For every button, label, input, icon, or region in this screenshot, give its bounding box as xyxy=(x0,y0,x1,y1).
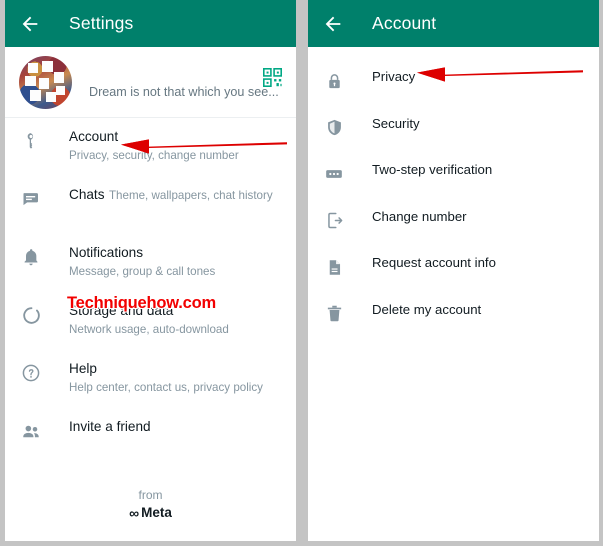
footer: from ∞ Meta xyxy=(5,487,296,522)
settings-item-title: Chats xyxy=(69,187,105,202)
account-item-title: Request account info xyxy=(372,255,496,270)
settings-item-subtitle: Help center, contact us, privacy policy xyxy=(69,381,263,394)
change-number-icon xyxy=(322,209,346,233)
help-icon xyxy=(19,361,43,385)
footer-meta: ∞ Meta xyxy=(5,504,296,522)
account-item-change-number[interactable]: Change number xyxy=(308,196,599,243)
profile-row[interactable]: Dream is not that which you see... xyxy=(5,47,296,118)
account-screen-panel: Account Privacy Security Two-step verifi… xyxy=(308,0,599,541)
chat-icon xyxy=(19,187,43,211)
avatar[interactable] xyxy=(19,55,72,109)
account-item-labels: Request account info xyxy=(372,254,585,272)
settings-item-chats[interactable]: Chats Theme, wallpapers, chat history xyxy=(5,176,296,234)
dots-box-icon xyxy=(322,162,346,186)
screenshot-root: Settings Dream is not that which you see… xyxy=(0,0,603,546)
account-item-labels: Change number xyxy=(372,208,585,226)
settings-item-title: Invite a friend xyxy=(69,419,151,434)
trash-icon xyxy=(322,302,346,326)
settings-item-labels: Help Help center, contact us, privacy po… xyxy=(69,360,282,396)
settings-item-labels: Account Privacy, security, change number xyxy=(69,128,282,164)
account-item-labels: Two-step verification xyxy=(372,161,585,179)
settings-item-title: Help xyxy=(69,361,97,376)
settings-item-invite-a-friend[interactable]: Invite a friend xyxy=(5,408,296,466)
account-item-labels: Privacy xyxy=(372,68,585,86)
settings-item-subtitle: Message, group & call tones xyxy=(69,265,216,278)
document-icon xyxy=(322,255,346,279)
meta-infinity-icon: ∞ xyxy=(129,505,139,521)
settings-item-account[interactable]: Account Privacy, security, change number xyxy=(5,118,296,176)
settings-item-title: Notifications xyxy=(69,245,144,260)
settings-item-help[interactable]: Help Help center, contact us, privacy po… xyxy=(5,350,296,408)
settings-item-title: Account xyxy=(69,129,119,144)
watermark: Techniquehow.com xyxy=(67,294,216,312)
account-item-security[interactable]: Security xyxy=(308,103,599,150)
back-arrow-icon[interactable] xyxy=(322,13,344,35)
footer-from-label: from xyxy=(138,488,163,502)
account-item-privacy[interactable]: Privacy xyxy=(308,56,599,103)
settings-screen-panel: Settings Dream is not that which you see… xyxy=(5,0,296,541)
profile-name xyxy=(89,66,197,79)
account-item-labels: Delete my account xyxy=(372,301,585,319)
settings-item-subtitle: Network usage, auto-download xyxy=(69,323,229,336)
footer-brand-label: Meta xyxy=(141,505,172,520)
account-item-title: Delete my account xyxy=(372,301,482,317)
profile-text: Dream is not that which you see... xyxy=(89,64,279,100)
settings-item-labels: Notifications Message, group & call tone… xyxy=(69,244,282,280)
lock-icon xyxy=(322,69,346,93)
account-list: Privacy Security Two-step verification C… xyxy=(308,47,599,335)
account-item-title: Security xyxy=(372,115,420,131)
account-item-title: Privacy xyxy=(372,69,416,84)
account-item-title: Change number xyxy=(372,208,467,224)
bell-icon xyxy=(19,245,43,269)
account-item-request-account-info[interactable]: Request account info xyxy=(308,242,599,289)
back-arrow-icon[interactable] xyxy=(19,13,41,35)
page-title: Account xyxy=(372,13,437,33)
settings-item-notifications[interactable]: Notifications Message, group & call tone… xyxy=(5,234,296,292)
page-title: Settings xyxy=(69,13,134,33)
profile-status: Dream is not that which you see... xyxy=(89,85,279,99)
settings-item-labels: Invite a friend xyxy=(69,418,282,436)
qr-code-icon[interactable] xyxy=(263,67,282,87)
settings-item-subtitle: Theme, wallpapers, chat history xyxy=(108,189,273,202)
account-item-labels: Security xyxy=(372,115,585,133)
account-item-delete-my-account[interactable]: Delete my account xyxy=(308,289,599,336)
settings-list: Account Privacy, security, change number… xyxy=(5,118,296,466)
account-item-title: Two-step verification xyxy=(372,162,493,177)
settings-item-subtitle: Privacy, security, change number xyxy=(69,149,239,162)
shield-icon xyxy=(322,116,346,140)
people-icon xyxy=(19,419,43,443)
account-appbar: Account xyxy=(308,0,599,47)
settings-item-labels: Chats Theme, wallpapers, chat history xyxy=(69,186,282,204)
key-icon xyxy=(19,129,43,153)
refresh-icon xyxy=(19,303,43,327)
settings-appbar: Settings xyxy=(5,0,296,47)
account-item-two-step-verification[interactable]: Two-step verification xyxy=(308,149,599,196)
